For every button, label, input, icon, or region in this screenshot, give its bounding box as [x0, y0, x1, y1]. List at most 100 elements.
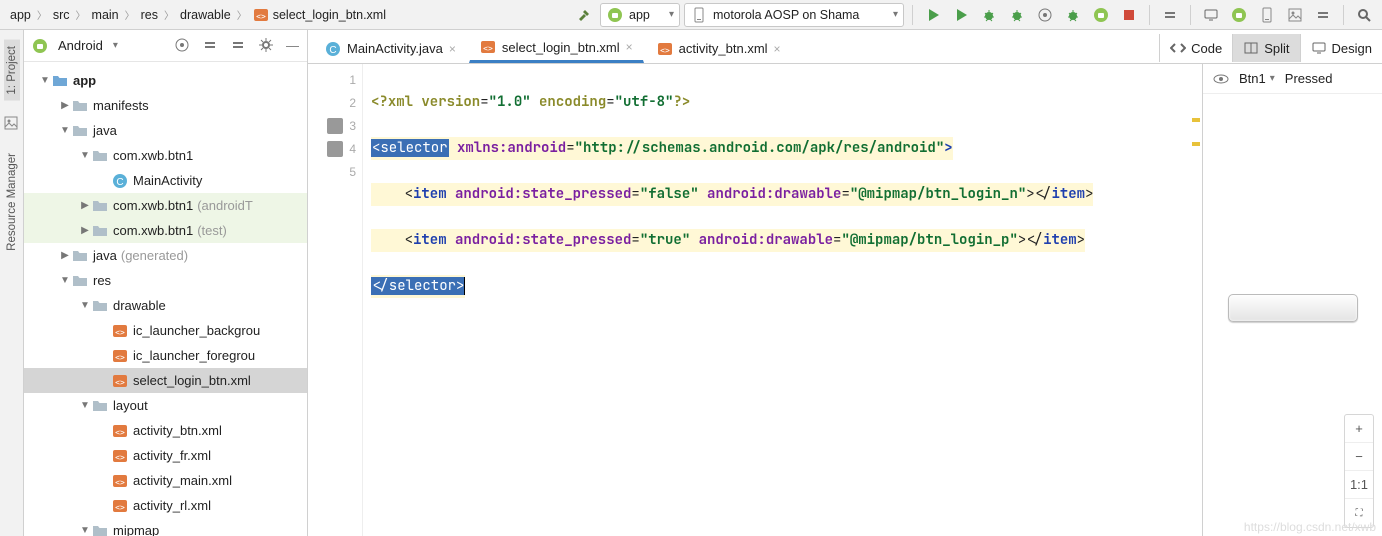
mode-code[interactable]: Code — [1159, 34, 1232, 62]
xml-icon — [480, 39, 496, 55]
mode-split[interactable]: Split — [1232, 34, 1299, 62]
android-profiler-button[interactable] — [1089, 3, 1113, 27]
chevron-icon: 〉 — [125, 7, 135, 22]
gear-icon[interactable] — [258, 37, 276, 55]
project-view-dropdown[interactable]: Android — [58, 38, 103, 53]
crumb-app[interactable]: app — [6, 6, 35, 24]
tool-tab-project[interactable]: 1: Project — [4, 40, 20, 101]
device-dropdown[interactable]: motorola AOSP on Shama — [684, 3, 904, 27]
variant-dropdown[interactable]: Btn1 — [1239, 71, 1275, 86]
state-label[interactable]: Pressed — [1285, 71, 1333, 86]
coverage-button[interactable] — [1005, 3, 1029, 27]
tree-node-select-login-btn[interactable]: select_login_btn.xml — [24, 368, 307, 393]
tree-node-activity-fr[interactable]: activity_fr.xml — [24, 443, 307, 468]
bug-icon — [981, 7, 997, 23]
close-icon[interactable]: × — [626, 40, 633, 54]
zoom-in-button[interactable]: + — [1345, 415, 1373, 443]
tree-node-res[interactable]: ▼res — [24, 268, 307, 293]
chevron-icon: 〉 — [76, 7, 86, 22]
tab-mainactivity[interactable]: MainActivity.java× — [314, 33, 467, 63]
tree-node-mipmap[interactable]: ▼mipmap — [24, 518, 307, 536]
chevron-down-icon: ▾ — [113, 40, 118, 51]
tree-node-layout[interactable]: ▼layout — [24, 393, 307, 418]
tree-node-app[interactable]: ▼app — [24, 68, 307, 93]
resource-button[interactable] — [1283, 3, 1307, 27]
build-button[interactable] — [572, 3, 596, 27]
tab-activity-btn[interactable]: activity_btn.xml× — [646, 33, 792, 63]
apply-changes-button[interactable] — [949, 3, 973, 27]
design-icon — [1311, 40, 1327, 56]
more-button[interactable] — [1311, 3, 1335, 27]
watermark: https://blog.csdn.net/xwb — [1244, 520, 1376, 534]
resource-icon — [1287, 7, 1303, 23]
line-number: 5 — [349, 165, 356, 179]
tree-node-ic-bg[interactable]: ic_launcher_backgrou — [24, 318, 307, 343]
sdk-button[interactable] — [1227, 3, 1251, 27]
tree-node-ic-fg[interactable]: ic_launcher_foregrou — [24, 343, 307, 368]
tree-node-activity-main[interactable]: activity_main.xml — [24, 468, 307, 493]
editor-gutter[interactable]: 1 2 3 4 5 — [308, 64, 363, 536]
crumb-main[interactable]: main — [88, 6, 123, 24]
eye-icon[interactable] — [1213, 71, 1229, 87]
hammer-icon — [576, 7, 592, 23]
avd-button[interactable] — [1199, 3, 1223, 27]
hide-tool-window-icon[interactable]: — — [286, 38, 299, 53]
profile-button[interactable] — [1033, 3, 1057, 27]
crumb-file[interactable]: select_login_btn.xml — [249, 5, 390, 25]
tree-node-pkg-androidtest[interactable]: ▶com.xwb.btn1(androidT — [24, 193, 307, 218]
xml-icon — [657, 41, 673, 57]
coverage-icon — [1009, 7, 1025, 23]
tree-node-mainactivity[interactable]: MainActivity — [24, 168, 307, 193]
tree-node-drawable[interactable]: ▼drawable — [24, 293, 307, 318]
profile-icon — [1037, 7, 1053, 23]
preview-canvas[interactable]: + − 1:1 ⛶ — [1203, 94, 1382, 536]
search-button[interactable] — [1352, 3, 1376, 27]
close-icon[interactable]: × — [774, 42, 781, 56]
sdk-icon — [1231, 7, 1247, 23]
crumb-src[interactable]: src — [49, 6, 74, 24]
tab-select-login-btn[interactable]: select_login_btn.xml× — [469, 33, 644, 63]
tool-tab-resource-manager[interactable]: Resource Manager — [4, 147, 20, 257]
gutter-preview-icon[interactable] — [327, 141, 343, 157]
project-pane: Android ▾ — ▼app ▶manifests ▼java ▼com.x… — [24, 30, 308, 536]
editor-mode-tabs: Code Split Design — [1159, 33, 1382, 63]
warning-marker[interactable] — [1192, 142, 1200, 146]
project-tree[interactable]: ▼app ▶manifests ▼java ▼com.xwb.btn1 Main… — [24, 62, 307, 536]
line-number: 2 — [349, 96, 356, 110]
crumb-res[interactable]: res — [137, 6, 162, 24]
mode-design[interactable]: Design — [1300, 34, 1382, 62]
resource-manager-icon — [3, 115, 21, 133]
line-number: 4 — [349, 142, 356, 156]
close-icon[interactable]: × — [449, 42, 456, 56]
zoom-1-1-button[interactable]: 1:1 — [1345, 471, 1373, 499]
run-button[interactable] — [921, 3, 945, 27]
tree-node-activity-rl[interactable]: activity_rl.xml — [24, 493, 307, 518]
tree-node-pkg1[interactable]: ▼com.xwb.btn1 — [24, 143, 307, 168]
expand-all-icon[interactable] — [202, 37, 220, 55]
code-icon — [1170, 40, 1186, 56]
gutter-preview-icon[interactable] — [327, 118, 343, 134]
apply-icon — [953, 7, 969, 23]
debug-button[interactable] — [977, 3, 1001, 27]
warning-stripe[interactable] — [1190, 64, 1202, 536]
project-pane-header: Android ▾ — — [24, 30, 307, 62]
scroll-from-source-icon[interactable] — [174, 37, 192, 55]
stop-icon — [1121, 7, 1137, 23]
preview-rendered-button — [1228, 294, 1358, 322]
collapse-all-icon[interactable] — [230, 37, 248, 55]
stop-button[interactable] — [1117, 3, 1141, 27]
warning-marker[interactable] — [1192, 118, 1200, 122]
phone-icon — [691, 7, 707, 23]
tree-node-manifests[interactable]: ▶manifests — [24, 93, 307, 118]
code-editor[interactable]: <?xml version="1.0" encoding="utf-8"?> <… — [363, 64, 1202, 536]
crumb-drawable[interactable]: drawable — [176, 6, 235, 24]
tree-node-pkg-test[interactable]: ▶com.xwb.btn1(test) — [24, 218, 307, 243]
tree-node-java[interactable]: ▼java — [24, 118, 307, 143]
tree-node-activity-btn[interactable]: activity_btn.xml — [24, 418, 307, 443]
zoom-out-button[interactable]: − — [1345, 443, 1373, 471]
run-config-dropdown[interactable]: app — [600, 3, 680, 27]
layout-inspector-button[interactable] — [1255, 3, 1279, 27]
tree-node-java-generated[interactable]: ▶java(generated) — [24, 243, 307, 268]
attach-debugger-button[interactable] — [1061, 3, 1085, 27]
sync-button[interactable] — [1158, 3, 1182, 27]
